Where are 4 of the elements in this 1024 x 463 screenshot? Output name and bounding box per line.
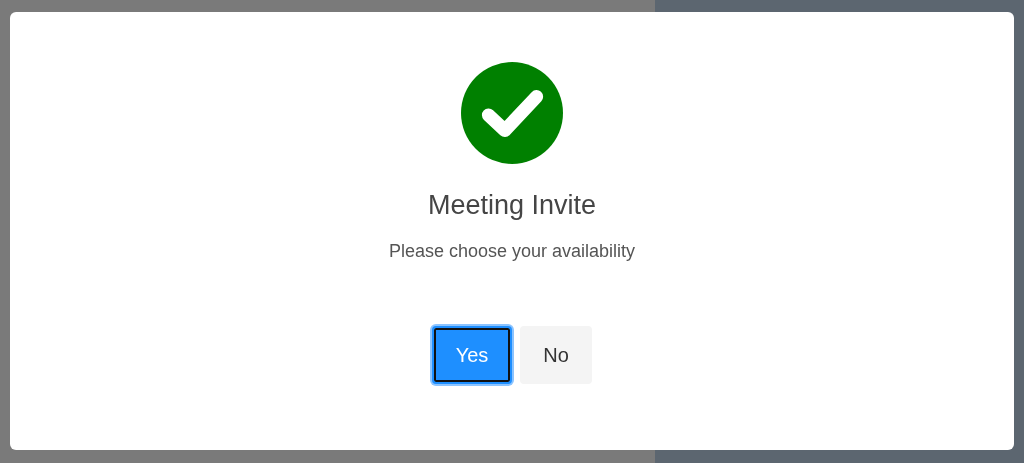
dialog-title: Meeting Invite [427, 190, 597, 221]
no-button[interactable]: No [520, 326, 592, 384]
checkmark-icon [461, 62, 563, 164]
dialog-message: Please choose your availability [388, 241, 636, 262]
